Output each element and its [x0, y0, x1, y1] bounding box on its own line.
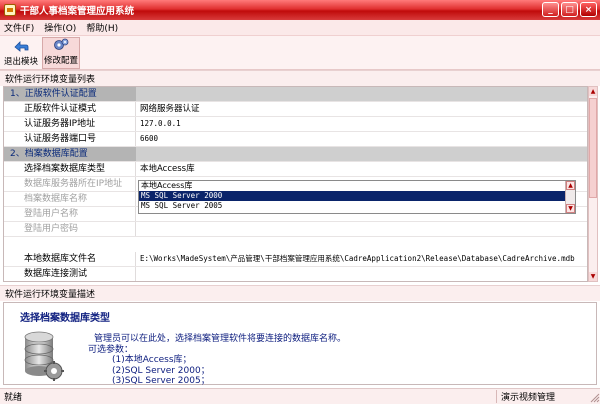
group-label: 2、档案数据库配置 — [10, 149, 88, 159]
prop-key: 本地数据库文件名 — [4, 252, 136, 266]
menu-bar: 文件(F) 操作(O) 帮助(H) — [0, 20, 600, 36]
scroll-up-icon[interactable]: ▲ — [566, 181, 575, 190]
prop-value[interactable]: 网络服务器认证 — [136, 102, 587, 116]
prop-value[interactable]: E:\Works\MadeSystem\产品管理\干部档案管理应用系统\Cadr… — [136, 252, 587, 266]
toolbar: 退出模块 修改配置 — [0, 36, 600, 70]
prop-key: 正版软件认证模式 — [4, 102, 136, 116]
description-body: 管理员可以在此处，选择档案管理软件将要连接的数据库名称。 可选参数： (1)本地… — [88, 334, 346, 387]
description-line: (3)SQL Server 2005； — [112, 376, 210, 386]
title-bar: 干部人事档案管理应用系统 _ □ × — [0, 0, 600, 20]
prop-key: 认证服务器端口号 — [4, 132, 136, 146]
exit-arrow-icon — [14, 41, 29, 52]
group-value — [136, 147, 587, 161]
prop-row-auth-ip[interactable]: 认证服务器IP地址 127.0.0.1 — [4, 117, 587, 132]
menu-file[interactable]: 文件(F) — [4, 21, 34, 34]
prop-row-auth-port[interactable]: 认证服务器端口号 6600 — [4, 132, 587, 147]
prop-value[interactable]: 127.0.0.1 — [136, 117, 587, 131]
status-panel-demo: 演示视频管理 — [496, 390, 588, 403]
description-line: 管理员可以在此处，选择档案管理软件将要连接的数据库名称。 — [94, 334, 347, 344]
scroll-down-icon[interactable]: ▼ — [566, 204, 575, 213]
minimize-button[interactable]: _ — [542, 2, 559, 17]
prop-key: 档案数据库名称 — [4, 192, 136, 206]
status-bar: 就绪 演示视频管理 — [0, 388, 600, 404]
gear-settings-icon — [54, 38, 69, 50]
modify-config-button[interactable]: 修改配置 — [42, 37, 80, 69]
app-icon — [4, 4, 16, 16]
prop-row-local-db-file[interactable]: 本地数据库文件名 E:\Works\MadeSystem\产品管理\干部档案管理… — [4, 252, 587, 267]
grid-scrollbar[interactable]: ▲ ▼ — [588, 86, 598, 282]
prop-value[interactable]: 6600 — [136, 132, 587, 146]
window-title: 干部人事档案管理应用系统 — [20, 6, 135, 17]
menu-help[interactable]: 帮助(H) — [86, 21, 118, 34]
database-gear-icon — [24, 331, 64, 381]
db-type-dropdown-list[interactable]: 本地Access库 MS SQL Server 2000 MS SQL Serv… — [138, 180, 576, 214]
db-type-select[interactable]: 本地Access库 — [136, 162, 587, 176]
resize-grip-icon[interactable] — [588, 391, 600, 403]
status-text: 就绪 — [4, 393, 23, 403]
prop-key: 数据库服务器所在IP地址 — [4, 177, 136, 191]
exit-module-button[interactable]: 退出模块 — [2, 37, 40, 69]
group-row-database[interactable]: 2、档案数据库配置 — [4, 147, 587, 162]
description-title: 选择档案数据库类型 — [20, 313, 110, 324]
modify-config-label: 修改配置 — [43, 56, 78, 66]
group-label: 1、正版软件认证配置 — [10, 89, 97, 99]
dropdown-scrollbar[interactable]: ▲ ▼ — [565, 181, 575, 213]
scroll-up-icon[interactable]: ▲ — [589, 87, 597, 96]
dropdown-option[interactable]: 本地Access库 — [139, 181, 575, 191]
prop-row-login-password: 登陆用户密码 — [4, 222, 587, 237]
group-value — [136, 87, 587, 101]
scroll-down-icon[interactable]: ▼ — [589, 272, 597, 281]
prop-key: 选择档案数据库类型 — [4, 162, 136, 176]
maximize-button[interactable]: □ — [561, 2, 578, 17]
prop-row-db-connect-test[interactable]: 数据库连接测试 — [4, 267, 587, 281]
dropdown-option[interactable]: MS SQL Server 2005 — [139, 201, 575, 211]
description-line: 可选参数： — [88, 344, 134, 355]
description-panel: 选择档案数据库类型 管理员可以在此处，选择档案管理软件将要连接的数据库名称。 可… — [3, 302, 597, 387]
window-controls: _ □ × — [542, 2, 597, 17]
group-row-license[interactable]: 1、正版软件认证配置 — [4, 87, 587, 102]
prop-row-auth-mode[interactable]: 正版软件认证模式 网络服务器认证 — [4, 102, 587, 117]
prop-value — [136, 222, 587, 236]
description-line: (1)本地Access库； — [112, 355, 192, 365]
menu-operation[interactable]: 操作(O) — [44, 21, 76, 34]
close-button[interactable]: × — [580, 2, 597, 17]
desc-caption: 软件运行环境变量描述 — [0, 285, 600, 301]
prop-key: 认证服务器IP地址 — [4, 117, 136, 131]
prop-key: 登陆用户名称 — [4, 207, 136, 221]
exit-module-label: 退出模块 — [3, 57, 38, 67]
scroll-thumb[interactable] — [589, 98, 597, 198]
prop-key: 数据库连接测试 — [4, 267, 136, 281]
dropdown-option-selected[interactable]: MS SQL Server 2000 — [139, 191, 575, 201]
prop-row-db-type[interactable]: 选择档案数据库类型 本地Access库 — [4, 162, 587, 177]
grid-caption: 软件运行环境变量列表 — [0, 70, 600, 86]
prop-value[interactable] — [136, 267, 587, 281]
description-line: (2)SQL Server 2000； — [112, 365, 210, 376]
prop-key: 登陆用户密码 — [4, 222, 136, 236]
